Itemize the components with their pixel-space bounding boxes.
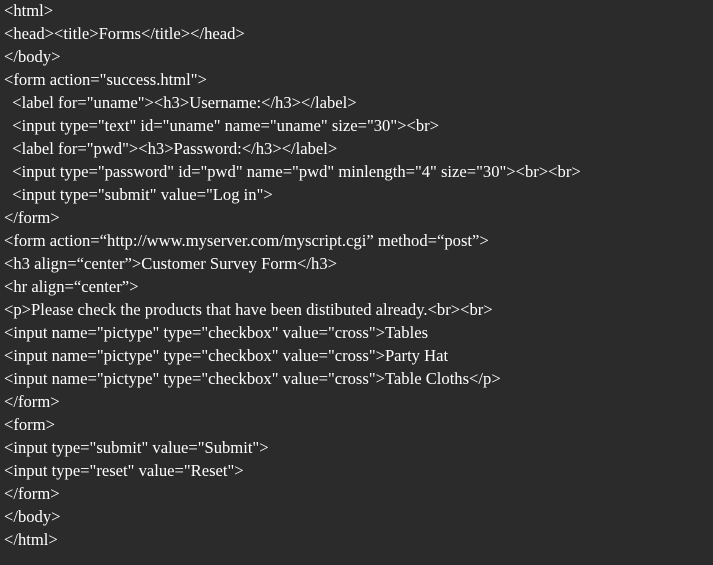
code-line-22: </form> [4,484,60,503]
code-view: <html> <head><title>Forms</title></head>… [0,0,713,565]
code-line-8: <input type="password" id="pwd" name="pw… [4,162,581,181]
code-line-12: <h3 align=“center”>Customer Survey Form<… [4,254,337,273]
code-line-3: </body> [4,47,61,66]
code-line-2: <head><title>Forms</title></head> [4,24,245,43]
code-line-4: <form action="success.html"> [4,70,207,89]
code-line-19: <form> [4,415,55,434]
code-line-21: <input type="reset" value="Reset"> [4,461,244,480]
code-line-14: <p>Please check the products that have b… [4,300,493,319]
code-line-15: <input name="pictype" type="checkbox" va… [4,323,429,342]
code-line-10: </form> [4,208,60,227]
code-line-17: <input name="pictype" type="checkbox" va… [4,369,501,388]
code-line-16: <input name="pictype" type="checkbox" va… [4,346,449,365]
code-line-13: <hr align=“center”> [4,277,139,296]
code-line-23: </body> [4,507,61,526]
code-line-24: </html> [4,530,58,549]
code-line-7: <label for="pwd"><h3>Password:</h3></lab… [4,139,338,158]
code-line-1: <html> [4,1,54,20]
code-line-11: <form action=“http://www.myserver.com/my… [4,231,489,250]
code-line-20: <input type="submit" value="Submit"> [4,438,269,457]
code-line-5: <label for="uname"><h3>Username:</h3></l… [4,93,357,112]
code-lines: <html> <head><title>Forms</title></head>… [4,0,713,552]
code-line-9: <input type="submit" value="Log in"> [4,185,273,204]
code-line-18: </form> [4,392,60,411]
code-line-6: <input type="text" id="uname" name="unam… [4,116,440,135]
